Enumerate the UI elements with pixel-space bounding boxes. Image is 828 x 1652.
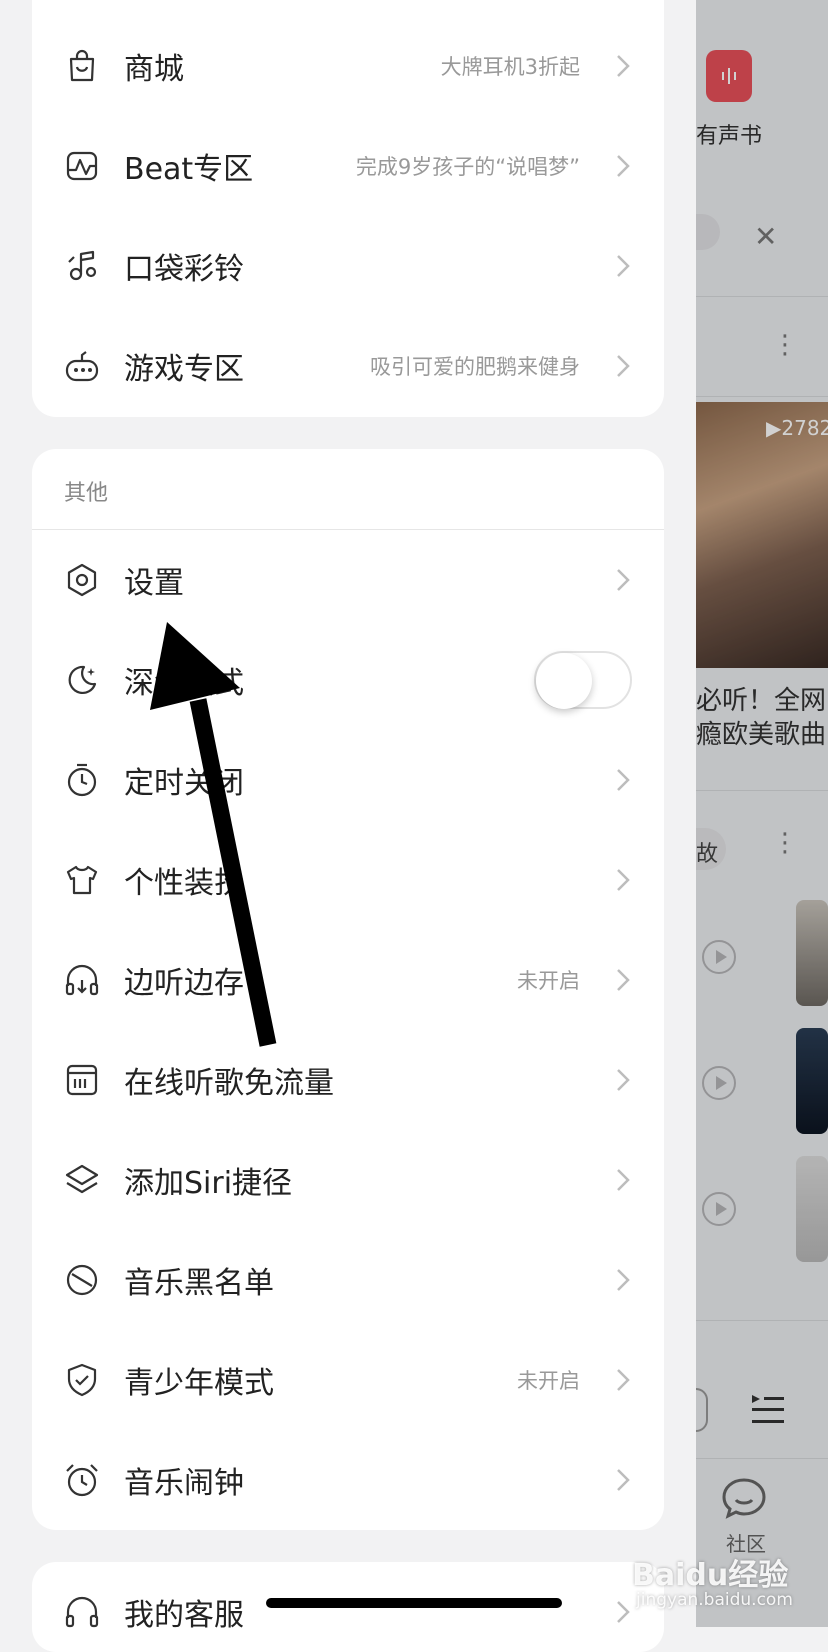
shopping-bag-icon xyxy=(64,48,100,84)
alarm-clock-icon xyxy=(64,1462,100,1498)
services-card: 商城 大牌耳机3折起 Beat专区 完成9岁孩子的“说唱梦” 口袋彩铃 游戏专区… xyxy=(32,0,664,417)
dim-overlay[interactable] xyxy=(696,0,828,1627)
menu-item-label: 添加Siri捷径 xyxy=(124,1166,293,1201)
menu-item-label: 游戏专区 xyxy=(124,352,244,387)
menu-item-settings[interactable]: 设置 xyxy=(32,530,664,630)
dark-mode-toggle[interactable] xyxy=(534,651,632,709)
side-drawer: 商城 大牌耳机3折起 Beat专区 完成9岁孩子的“说唱梦” 口袋彩铃 游戏专区… xyxy=(0,0,696,1652)
menu-item-pocket-ringtone[interactable]: 口袋彩铃 xyxy=(32,216,664,316)
menu-item-teen-mode[interactable]: 青少年模式 未开启 xyxy=(32,1330,664,1430)
menu-item-subtitle: 大牌耳机3折起 xyxy=(440,55,580,79)
menu-item-personal-theme[interactable]: 个性装扮 xyxy=(32,830,664,930)
menu-item-label: 设置 xyxy=(124,566,184,601)
menu-item-subtitle: 完成9岁孩子的“说唱梦” xyxy=(355,155,580,179)
data-card-icon xyxy=(64,1062,100,1098)
section-title: 其他 xyxy=(64,481,109,506)
menu-item-label: 个性装扮 xyxy=(124,866,244,901)
headset-icon xyxy=(64,1594,100,1630)
menu-item-label: 边听边存 xyxy=(124,966,244,1001)
chevron-right-icon xyxy=(617,1069,630,1091)
menu-item-subtitle: 未开启 xyxy=(517,969,580,993)
menu-item-free-data[interactable]: 在线听歌免流量 xyxy=(32,1030,664,1130)
menu-item-subtitle: 吸引可爱的肥鹅来健身 xyxy=(370,355,580,379)
menu-item-label: 在线听歌免流量 xyxy=(124,1066,334,1101)
moon-icon xyxy=(64,662,100,698)
tshirt-icon xyxy=(64,862,100,898)
chevron-right-icon xyxy=(617,1369,630,1391)
chevron-right-icon xyxy=(617,255,630,277)
menu-item-label: 青少年模式 xyxy=(124,1366,274,1401)
chevron-right-icon xyxy=(617,355,630,377)
chevron-right-icon xyxy=(617,769,630,791)
menu-item-shop[interactable]: 商城 大牌耳机3折起 xyxy=(32,16,664,116)
chevron-right-icon xyxy=(617,869,630,891)
menu-item-dark-mode: 深色模式 xyxy=(32,630,664,730)
chevron-right-icon xyxy=(617,1469,630,1491)
menu-item-music-blacklist[interactable]: 音乐黑名单 xyxy=(32,1230,664,1330)
menu-item-beat-zone[interactable]: Beat专区 完成9岁孩子的“说唱梦” xyxy=(32,116,664,216)
hexagon-gear-icon xyxy=(64,562,100,598)
layers-icon xyxy=(64,1162,100,1198)
game-controller-icon xyxy=(64,348,100,384)
home-indicator xyxy=(266,1598,562,1608)
menu-item-label: 深色模式 xyxy=(124,666,244,701)
chevron-right-icon xyxy=(617,1601,630,1623)
block-icon xyxy=(64,1262,100,1298)
chevron-right-icon xyxy=(617,969,630,991)
watermark-logo: Baidu经验 xyxy=(632,1558,789,1593)
menu-item-listen-and-save[interactable]: 边听边存 未开启 xyxy=(32,930,664,1030)
chevron-right-icon xyxy=(617,1269,630,1291)
menu-item-label: 定时关闭 xyxy=(124,766,244,801)
chevron-right-icon xyxy=(617,55,630,77)
menu-item-label: Beat专区 xyxy=(124,152,254,187)
menu-item-siri-shortcut[interactable]: 添加Siri捷径 xyxy=(32,1130,664,1230)
timer-icon xyxy=(64,762,100,798)
other-card: 其他 设置 深色模式 定时关闭 个性装扮 边听边存 未开启 在线听歌免流量 添加… xyxy=(32,449,664,1530)
menu-item-label: 口袋彩铃 xyxy=(124,252,244,287)
menu-item-label: 商城 xyxy=(124,52,184,87)
menu-item-label: 音乐闹钟 xyxy=(124,1466,244,1501)
shield-check-icon xyxy=(64,1362,100,1398)
menu-item-game-zone[interactable]: 游戏专区 吸引可爱的肥鹅来健身 xyxy=(32,316,664,416)
chevron-right-icon xyxy=(617,1169,630,1191)
chevron-right-icon xyxy=(617,155,630,177)
headphones-download-icon xyxy=(64,962,100,998)
watermark-url: jingyan.baidu.com xyxy=(636,1590,793,1610)
beat-wave-icon xyxy=(64,148,100,184)
menu-item-sleep-timer[interactable]: 定时关闭 xyxy=(32,730,664,830)
music-note-icon xyxy=(64,248,100,284)
menu-item-subtitle: 未开启 xyxy=(517,1369,580,1393)
chevron-right-icon xyxy=(617,569,630,591)
menu-item-label: 音乐黑名单 xyxy=(124,1266,274,1301)
toggle-knob xyxy=(536,653,592,709)
menu-item-music-alarm[interactable]: 音乐闹钟 xyxy=(32,1430,664,1530)
menu-item-label: 我的客服 xyxy=(124,1598,244,1633)
